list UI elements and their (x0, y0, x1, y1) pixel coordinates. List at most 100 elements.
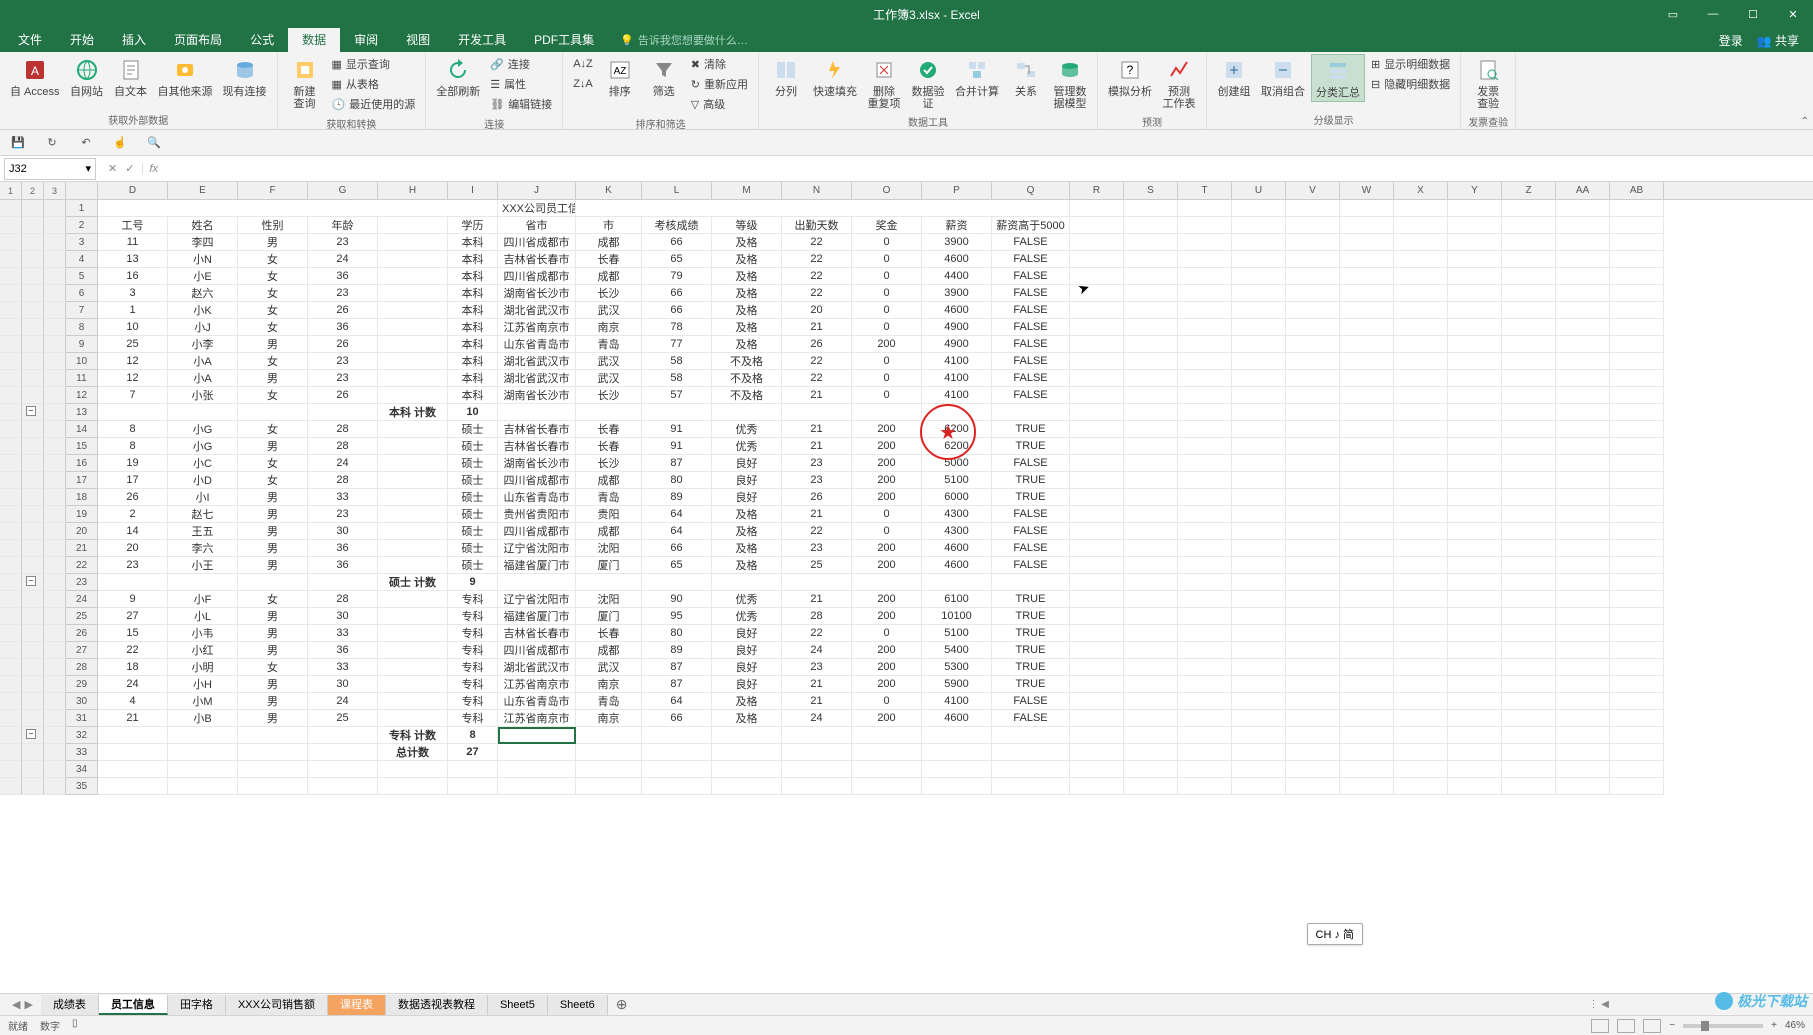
cell[interactable] (1448, 608, 1502, 625)
subtotal-cell[interactable] (642, 404, 712, 421)
cell[interactable]: 女 (238, 591, 308, 608)
row-header[interactable]: 24 (66, 591, 98, 608)
cell[interactable] (1340, 336, 1394, 353)
cell[interactable]: 沈阳 (576, 540, 642, 557)
outline-gutter[interactable] (0, 659, 22, 676)
cell[interactable] (1070, 744, 1124, 761)
cell[interactable] (1124, 625, 1178, 642)
cell[interactable] (1502, 676, 1556, 693)
outline-gutter[interactable] (0, 217, 22, 234)
cell[interactable] (1394, 217, 1448, 234)
outline-gutter[interactable] (0, 353, 22, 370)
cell[interactable]: 91 (642, 438, 712, 455)
cell[interactable] (1610, 591, 1664, 608)
cell[interactable] (1610, 404, 1664, 421)
cell[interactable]: 64 (642, 506, 712, 523)
cell[interactable] (1124, 251, 1178, 268)
col-header[interactable]: R (1070, 182, 1124, 199)
outline-toggle[interactable]: − (26, 576, 36, 586)
cell[interactable] (1448, 540, 1502, 557)
cell[interactable]: 33 (308, 659, 378, 676)
outline-gutter[interactable] (44, 455, 66, 472)
cell[interactable]: 65 (642, 251, 712, 268)
subtotal-cell[interactable] (498, 404, 576, 421)
outline-gutter[interactable]: − (22, 574, 44, 591)
outline-gutter[interactable] (0, 557, 22, 574)
cell[interactable] (922, 761, 992, 778)
sheet-tab[interactable]: 田字格 (168, 995, 226, 1015)
outline-gutter[interactable] (0, 200, 22, 217)
cell[interactable] (1502, 506, 1556, 523)
tab-file[interactable]: 文件 (4, 28, 56, 52)
subtotal-cell[interactable]: 硕士 计数 (378, 574, 448, 591)
cell[interactable] (1286, 710, 1340, 727)
cell[interactable]: 28 (782, 608, 852, 625)
cell[interactable] (1448, 319, 1502, 336)
cell[interactable]: 长春 (576, 438, 642, 455)
outline-gutter[interactable] (44, 727, 66, 744)
cell[interactable]: 长沙 (576, 285, 642, 302)
save-icon[interactable]: 💾 (8, 133, 28, 153)
cell[interactable] (378, 540, 448, 557)
cell[interactable] (378, 251, 448, 268)
row-header[interactable]: 21 (66, 540, 98, 557)
cell[interactable] (1610, 387, 1664, 404)
col-header[interactable]: P (922, 182, 992, 199)
col-header[interactable]: O (852, 182, 922, 199)
cell[interactable]: 89 (642, 489, 712, 506)
zoom-in-icon[interactable]: + (1771, 1020, 1777, 1031)
col-header[interactable]: Y (1448, 182, 1502, 199)
cell[interactable] (1610, 778, 1664, 795)
cell[interactable]: 长春 (576, 625, 642, 642)
cell[interactable] (1610, 336, 1664, 353)
cell[interactable]: 10 (98, 319, 168, 336)
cell[interactable]: 及格 (712, 234, 782, 251)
outline-gutter[interactable] (44, 540, 66, 557)
cell[interactable] (448, 778, 498, 795)
cell[interactable]: 女 (238, 387, 308, 404)
cell[interactable] (1502, 370, 1556, 387)
tab-pdf[interactable]: PDF工具集 (520, 28, 608, 52)
cell[interactable]: 四川省成都市 (498, 234, 576, 251)
cell[interactable] (1286, 676, 1340, 693)
cell[interactable]: 硕士 (448, 523, 498, 540)
cell[interactable]: 20 (98, 540, 168, 557)
cell[interactable] (1556, 387, 1610, 404)
cell[interactable] (1232, 761, 1286, 778)
cell[interactable] (1124, 523, 1178, 540)
cell[interactable] (1610, 761, 1664, 778)
subtotal-cell[interactable] (168, 404, 238, 421)
cell[interactable]: 80 (642, 472, 712, 489)
cell[interactable] (1448, 778, 1502, 795)
cell[interactable]: 男 (238, 438, 308, 455)
cell[interactable]: 良好 (712, 489, 782, 506)
outline-gutter[interactable] (44, 778, 66, 795)
cell[interactable]: 小M (168, 693, 238, 710)
cell[interactable] (1124, 761, 1178, 778)
cell[interactable]: 26 (308, 336, 378, 353)
subtotal-cell[interactable] (576, 404, 642, 421)
cell[interactable] (1178, 251, 1232, 268)
cell[interactable] (1610, 540, 1664, 557)
outline-gutter[interactable] (44, 557, 66, 574)
cell[interactable]: 专科 (448, 693, 498, 710)
cell[interactable] (1502, 200, 1556, 217)
cell[interactable]: 湖南省长沙市 (498, 455, 576, 472)
cell[interactable]: 赵七 (168, 506, 238, 523)
cell[interactable] (378, 336, 448, 353)
outline-gutter[interactable] (22, 336, 44, 353)
outline-gutter[interactable] (44, 625, 66, 642)
cell[interactable]: 优秀 (712, 421, 782, 438)
cell[interactable] (1340, 625, 1394, 642)
cell[interactable] (1286, 285, 1340, 302)
cell[interactable] (1394, 472, 1448, 489)
cell[interactable]: 小N (168, 251, 238, 268)
cell[interactable] (1448, 438, 1502, 455)
row-header[interactable]: 2 (66, 217, 98, 234)
cell[interactable]: FALSE (992, 540, 1070, 557)
cell[interactable]: 6200 (922, 438, 992, 455)
cell[interactable]: 及格 (712, 523, 782, 540)
cell[interactable] (1178, 455, 1232, 472)
cell[interactable]: 厦门 (576, 557, 642, 574)
col-header[interactable]: Z (1502, 182, 1556, 199)
